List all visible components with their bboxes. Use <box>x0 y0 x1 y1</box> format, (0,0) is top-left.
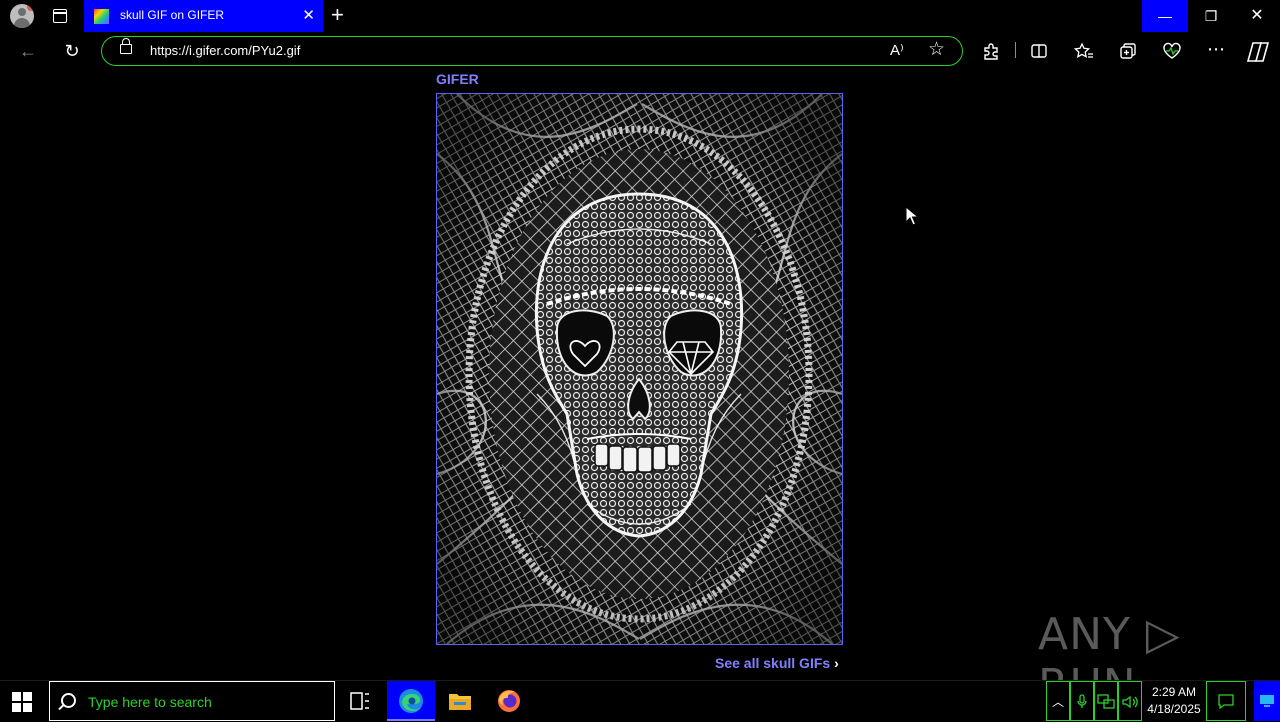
skull-gif-image[interactable] <box>436 93 843 645</box>
show-desktop-icon[interactable] <box>1254 681 1280 721</box>
file-explorer-icon[interactable] <box>436 681 484 721</box>
gifer-favicon-icon <box>94 9 109 24</box>
skull-lace-artwork <box>437 94 842 644</box>
clock-date: 4/18/2025 <box>1147 702 1201 716</box>
windows-start-icon[interactable] <box>12 692 32 712</box>
favorites-icon[interactable] <box>1074 42 1094 60</box>
restore-button[interactable]: ❐ <box>1188 0 1234 32</box>
navigation-bar: ← ↻ https://i.gifer.com/PYu2.gif A⁾ ☆ ⋯ <box>0 32 1280 70</box>
browser-essentials-icon[interactable] <box>1162 42 1182 60</box>
close-window-button[interactable]: ✕ <box>1234 0 1280 32</box>
tab-actions-icon[interactable] <box>50 6 70 26</box>
copilot-icon[interactable] <box>1246 41 1270 63</box>
network-icon[interactable] <box>1094 681 1118 721</box>
taskbar: Type here to search ︿ 2:29 AM 4/18/2025 <box>0 680 1280 721</box>
show-hidden-icons-chevron-icon[interactable]: ︿ <box>1046 681 1070 721</box>
split-screen-icon[interactable] <box>1030 42 1048 60</box>
profile-avatar-icon[interactable] <box>10 4 34 28</box>
minimize-button[interactable]: — <box>1142 0 1188 32</box>
collections-icon[interactable] <box>1119 42 1137 60</box>
lock-icon[interactable] <box>120 38 132 54</box>
mouse-cursor-icon <box>905 206 919 226</box>
address-bar[interactable]: https://i.gifer.com/PYu2.gif A⁾ ☆ <box>101 36 963 66</box>
new-tab-button[interactable]: + <box>331 3 344 27</box>
title-bar: skull GIF on GIFER ✕ + — ❐ ✕ <box>0 0 1280 32</box>
more-icon[interactable]: ⋯ <box>1205 38 1227 60</box>
favorite-star-icon[interactable]: ☆ <box>928 38 945 61</box>
task-view-icon[interactable] <box>336 681 384 721</box>
chevron-right-icon: › <box>834 655 839 671</box>
read-aloud-icon[interactable]: A⁾ <box>890 41 904 59</box>
microphone-icon[interactable] <box>1070 681 1094 721</box>
address-url[interactable]: https://i.gifer.com/PYu2.gif <box>150 43 300 58</box>
volume-icon[interactable] <box>1118 681 1142 721</box>
notifications-icon[interactable] <box>1206 681 1246 721</box>
tab-close-icon[interactable]: ✕ <box>302 6 315 26</box>
gifer-brand-link[interactable]: GIFER <box>436 71 479 87</box>
taskbar-search-box[interactable]: Type here to search <box>49 681 335 721</box>
clock-time: 2:29 AM <box>1151 685 1197 699</box>
search-placeholder: Type here to search <box>88 694 212 710</box>
refresh-button[interactable]: ↻ <box>61 40 83 62</box>
see-all-label: See all skull GIFs <box>715 655 831 671</box>
see-all-skull-gifs-link[interactable]: See all skull GIFs › <box>715 655 839 671</box>
tab-active[interactable]: skull GIF on GIFER ✕ <box>84 0 323 32</box>
edge-taskbar-icon[interactable] <box>387 681 435 721</box>
toolbar-separator <box>1015 42 1016 58</box>
extensions-icon[interactable] <box>982 42 1000 60</box>
search-icon <box>61 693 76 708</box>
tab-title: skull GIF on GIFER <box>120 8 225 22</box>
taskbar-clock[interactable]: 2:29 AM 4/18/2025 <box>1143 684 1205 718</box>
firefox-icon[interactable] <box>485 681 533 721</box>
back-button[interactable]: ← <box>17 40 39 62</box>
